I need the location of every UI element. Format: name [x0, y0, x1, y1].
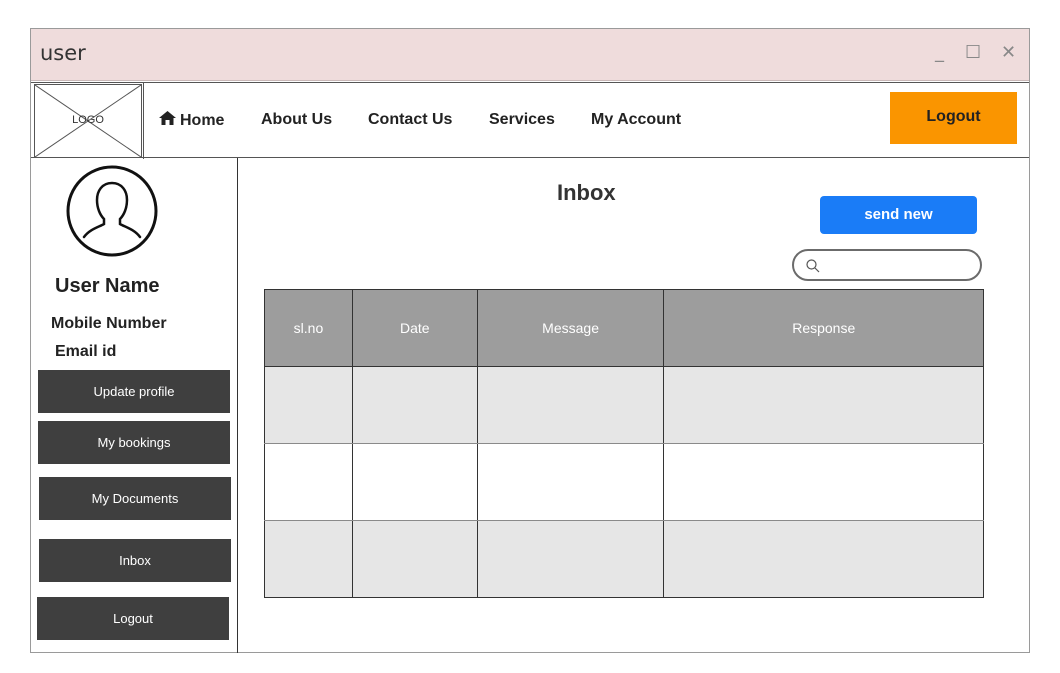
table-cell — [351, 443, 478, 521]
update-profile-button[interactable]: Update profile — [38, 370, 230, 413]
maximize-button[interactable]: ☐ — [965, 43, 981, 63]
table-cell — [264, 366, 353, 444]
column-header-date[interactable]: Date — [351, 289, 478, 367]
nav-my-account[interactable]: My Account — [591, 111, 681, 129]
mobile-number: Mobile Number — [51, 315, 167, 332]
inbox-panel: Inbox send new sl.no Date Message Respon… — [239, 158, 1029, 653]
header-logout-button[interactable]: Logout — [890, 92, 1017, 144]
user-name: User Name — [55, 275, 160, 297]
user-avatar-icon — [66, 165, 158, 257]
table-cell — [476, 520, 665, 598]
table-row[interactable] — [264, 443, 984, 521]
table-row[interactable] — [264, 366, 984, 444]
sidebar-logout-button[interactable]: Logout — [37, 597, 229, 640]
profile-sidebar: User Name Mobile Number Email id Update … — [31, 158, 238, 653]
column-header-response[interactable]: Response — [663, 289, 984, 367]
title-bar: user _ ☐ ✕ — [31, 29, 1029, 81]
nav-about-us[interactable]: About Us — [261, 111, 332, 129]
top-navbar: LOGO Home About Us Contact Us Services M… — [31, 82, 1029, 159]
table-cell — [351, 366, 478, 444]
close-button[interactable]: ✕ — [1001, 43, 1016, 63]
nav-home[interactable]: Home — [159, 111, 224, 130]
inbox-table: sl.no Date Message Response — [264, 289, 984, 598]
table-cell — [476, 443, 665, 521]
table-cell — [663, 443, 984, 521]
nav-services[interactable]: Services — [489, 111, 555, 129]
search-box[interactable] — [792, 249, 982, 281]
table-header-row: sl.no Date Message Response — [264, 289, 984, 367]
table-row[interactable] — [264, 520, 984, 598]
column-header-message[interactable]: Message — [476, 289, 665, 367]
send-new-button[interactable]: send new — [820, 196, 977, 234]
table-cell — [264, 520, 353, 598]
minimize-button[interactable]: _ — [935, 43, 944, 63]
logo-placeholder[interactable]: LOGO — [34, 84, 142, 158]
email-id: Email id — [55, 343, 117, 360]
my-bookings-button[interactable]: My bookings — [38, 421, 230, 464]
column-header-slno[interactable]: sl.no — [264, 289, 353, 367]
table-cell — [663, 520, 984, 598]
home-icon — [159, 111, 176, 130]
inbox-button[interactable]: Inbox — [39, 539, 231, 582]
page-title: Inbox — [557, 180, 616, 205]
nav-home-label: Home — [180, 112, 225, 129]
nav-divider — [143, 83, 144, 159]
table-cell — [264, 443, 353, 521]
nav-contact-us[interactable]: Contact Us — [368, 111, 452, 129]
app-window: user _ ☐ ✕ LOGO Home About Us Contact Us… — [30, 28, 1030, 653]
table-cell — [476, 366, 665, 444]
search-icon — [806, 259, 820, 273]
my-documents-button[interactable]: My Documents — [39, 477, 231, 520]
table-cell — [351, 520, 478, 598]
search-input[interactable] — [826, 255, 971, 277]
logo-text: LOGO — [72, 114, 104, 126]
table-cell — [663, 366, 984, 444]
window-title: user — [40, 41, 86, 65]
